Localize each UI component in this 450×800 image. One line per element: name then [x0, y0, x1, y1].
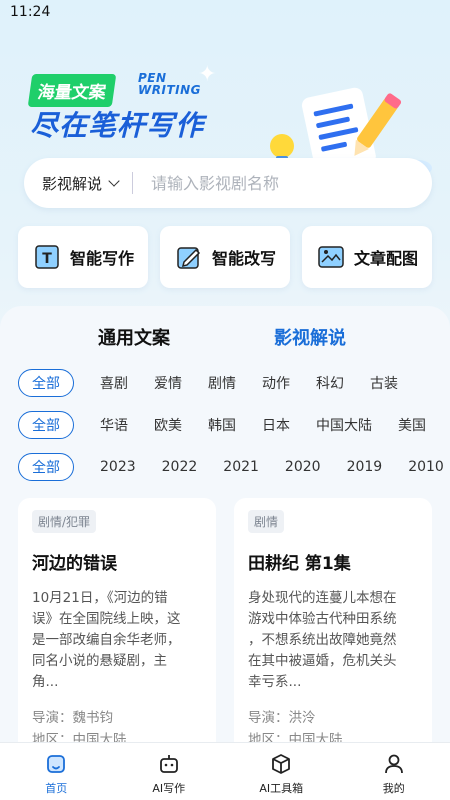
user-icon: [384, 754, 403, 774]
region-chip[interactable]: 欧美: [154, 415, 182, 435]
category-dropdown[interactable]: 影视解说: [24, 158, 120, 208]
card-region: 地区：中国大陆: [248, 732, 343, 742]
writing-text: WRITING: [138, 83, 201, 97]
nav-ai-toolbox[interactable]: AI工具箱: [225, 743, 338, 800]
content-card[interactable]: 剧情 田耕纪 第1集 身处现代的连蔓儿本想在 游戏中体验古代种田系统 ，不想系统…: [234, 498, 432, 742]
chevron-down-icon: [108, 175, 120, 187]
region-chip[interactable]: 日本: [262, 415, 290, 435]
nav-home[interactable]: 首页: [0, 743, 113, 800]
tab-bar: 通用文案 影视解说: [0, 324, 450, 356]
hero-banner: 海量文案 PEN WRITING 尽在笔杆写作 ✦: [0, 26, 450, 176]
card-title: 田耕纪 第1集: [248, 554, 351, 574]
year-filter-row: 全部 2023 2022 2021 2020 2019 2010: [18, 452, 450, 482]
svg-text:T: T: [42, 251, 52, 267]
region-filter-row: 全部 华语 欧美 韩国 日本 中国大陆 美国: [18, 410, 450, 440]
nav-profile[interactable]: 我的: [338, 743, 450, 800]
card-desc-line: 角...: [32, 674, 59, 690]
home-icon: [47, 755, 66, 773]
year-chip[interactable]: 2020: [285, 459, 321, 475]
card-desc-line: ，不想系统出故障她竟然: [248, 632, 397, 648]
card-description: 身处现代的连蔓儿本想在 游戏中体验古代种田系统 ，不想系统出故障她竟然 在其中被…: [248, 588, 418, 693]
region-all-chip[interactable]: 全部: [18, 411, 74, 439]
card-title: 河边的错误: [32, 554, 117, 574]
card-desc-line: 误》在全国院线上映，这: [32, 611, 181, 627]
card-desc-line: 游戏中体验古代种田系统: [248, 611, 397, 627]
card-desc-line: 身处现代的连蔓儿本想在: [248, 590, 397, 606]
card-desc-line: 是一部改编自余华老师，: [32, 632, 181, 648]
region-chip[interactable]: 美国: [398, 415, 426, 435]
genre-tag: 剧情/犯罪: [32, 510, 97, 533]
feature-smart-writing[interactable]: T 智能写作: [18, 226, 148, 288]
card-desc-line: 在其中被逼婚，危机关头: [248, 653, 397, 669]
feature-row: T 智能写作 智能改写 文章配图: [18, 226, 432, 288]
year-chip[interactable]: 2023: [100, 459, 136, 475]
card-meta: 导演：魏书钧 地区：中国大陆: [32, 707, 202, 742]
category-label: 影视解说: [42, 174, 103, 193]
genre-all-chip[interactable]: 全部: [18, 369, 74, 397]
image-icon: [318, 246, 344, 268]
search-bar: 影视解说: [24, 158, 432, 208]
hero-badge: 海量文案: [27, 74, 117, 107]
content-panel: 通用文案 影视解说 全部 喜剧 爱情 剧情 动作 科幻 古装 全部 华语 欧美 …: [0, 306, 450, 742]
nav-label: AI写作: [152, 782, 186, 795]
genre-chip[interactable]: 剧情: [208, 373, 236, 393]
genre-chip[interactable]: 爱情: [154, 373, 182, 393]
feature-article-image[interactable]: 文章配图: [302, 226, 432, 288]
bottom-nav: 首页 AI写作 AI工具箱 我的: [0, 742, 450, 800]
genre-chip[interactable]: 喜剧: [100, 373, 128, 393]
region-chip[interactable]: 华语: [100, 415, 128, 435]
card-desc-line: 同名小说的悬疑剧，主: [32, 653, 167, 669]
year-all-chip[interactable]: 全部: [18, 453, 74, 481]
card-desc-line: 10月21日，《河边的错: [32, 590, 168, 606]
card-meta: 导演：洪泠 地区：中国大陆: [248, 707, 418, 742]
search-divider: [132, 172, 134, 194]
feature-label: 智能写作: [69, 249, 134, 268]
hero-title: 尽在笔杆写作: [30, 109, 205, 142]
sparkle-icon: ✦: [198, 62, 217, 87]
card-desc-line: 幸亏系...: [248, 674, 302, 690]
edit-pen-icon: [177, 247, 201, 269]
feature-label: 智能改写: [211, 249, 276, 268]
content-card-list: 剧情/犯罪 河边的错误 10月21日，《河边的错 误》在全国院线上映，这 是一部…: [18, 498, 432, 742]
genre-chip[interactable]: 科幻: [316, 373, 344, 393]
feature-label: 文章配图: [353, 249, 418, 268]
nav-label: 我的: [382, 782, 405, 795]
card-description: 10月21日，《河边的错 误》在全国院线上映，这 是一部改编自余华老师， 同名小…: [32, 588, 202, 693]
genre-tag: 剧情: [248, 510, 285, 533]
year-chip[interactable]: 2022: [162, 459, 198, 475]
status-bar: 11:24: [0, 0, 450, 26]
region-chip[interactable]: 中国大陆: [316, 415, 372, 435]
search-input[interactable]: [151, 173, 392, 193]
nav-ai-writing[interactable]: AI写作: [113, 743, 226, 800]
hero-pen-writing: PEN WRITING: [138, 72, 201, 96]
nav-label: AI工具箱: [259, 782, 304, 795]
year-chip[interactable]: 2019: [347, 459, 383, 475]
region-chip[interactable]: 韩国: [208, 415, 236, 435]
genre-chip[interactable]: 动作: [262, 373, 290, 393]
status-time: 11:24: [10, 4, 51, 20]
box-icon: [272, 754, 291, 774]
genre-filter-row: 全部 喜剧 爱情 剧情 动作 科幻 古装: [18, 368, 450, 398]
genre-chip[interactable]: 古装: [370, 373, 398, 393]
text-box-icon: T: [35, 245, 59, 269]
card-director: 导演：魏书钧: [32, 710, 113, 726]
tab-film-commentary[interactable]: 影视解说: [272, 324, 348, 350]
tab-general-copy[interactable]: 通用文案: [98, 324, 170, 350]
content-card[interactable]: 剧情/犯罪 河边的错误 10月21日，《河边的错 误》在全国院线上映，这 是一部…: [18, 498, 216, 742]
feature-smart-rewrite[interactable]: 智能改写: [160, 226, 290, 288]
card-director: 导演：洪泠: [248, 710, 316, 726]
card-region: 地区：中国大陆: [32, 732, 127, 742]
nav-label: 首页: [45, 782, 68, 795]
robot-icon: [159, 755, 178, 773]
year-chip[interactable]: 2021: [223, 459, 259, 475]
year-chip[interactable]: 2010: [408, 459, 444, 475]
